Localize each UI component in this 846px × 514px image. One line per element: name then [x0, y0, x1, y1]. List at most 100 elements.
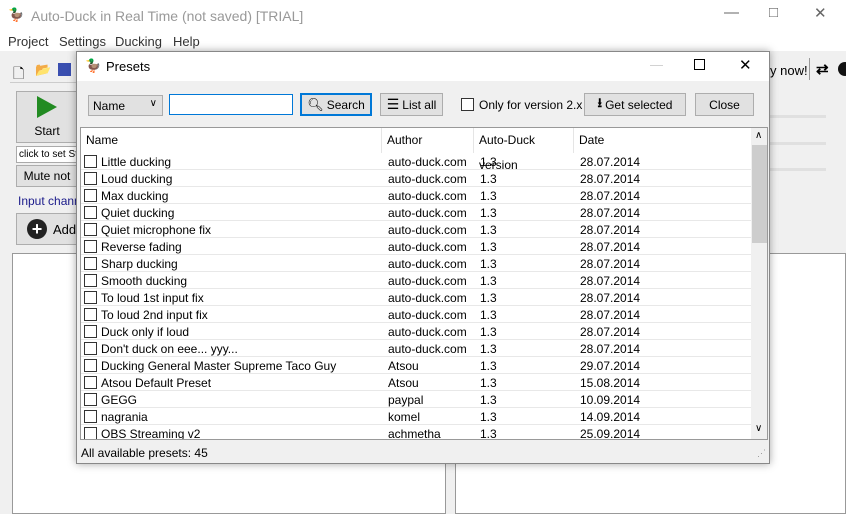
list-icon: ☰	[386, 96, 400, 112]
slider-track[interactable]	[770, 142, 826, 145]
scroll-down-icon[interactable]: ∨	[755, 423, 762, 434]
presets-list: Name Author Auto-Duck version Date Littl…	[80, 127, 768, 440]
preset-author: auto-duck.com	[388, 172, 467, 186]
get-selected-button[interactable]: ⭳ Get selected	[584, 93, 686, 116]
slider-track[interactable]	[770, 168, 826, 171]
row-checkbox[interactable]	[84, 376, 97, 389]
start-time-field[interactable]: click to set St	[16, 146, 78, 163]
row-checkbox[interactable]	[84, 189, 97, 202]
table-row[interactable]: Reverse fading auto-duck.com 1.3 28.07.2…	[81, 238, 751, 255]
menu-help[interactable]: Help	[173, 34, 200, 49]
magnifier-icon: 🔍︎	[307, 96, 324, 112]
row-checkbox[interactable]	[84, 274, 97, 287]
menu-settings[interactable]: Settings	[59, 34, 106, 49]
toolbar-divider	[10, 82, 76, 83]
resize-grip-icon[interactable]: ⋰	[757, 448, 766, 459]
row-checkbox[interactable]	[84, 410, 97, 423]
table-row[interactable]: Smooth ducking auto-duck.com 1.3 28.07.2…	[81, 272, 751, 289]
table-row[interactable]: To loud 1st input fix auto-duck.com 1.3 …	[81, 289, 751, 306]
row-checkbox[interactable]	[84, 325, 97, 338]
preset-name: Smooth ducking	[101, 274, 188, 288]
preset-name: Quiet microphone fix	[101, 223, 212, 237]
row-checkbox[interactable]	[84, 308, 97, 321]
preset-date: 28.07.2014	[580, 342, 641, 356]
column-header-name[interactable]: Name	[81, 128, 382, 153]
row-checkbox[interactable]	[84, 359, 97, 372]
row-checkbox[interactable]	[84, 206, 97, 219]
new-file-icon[interactable]: 🗋	[13, 63, 24, 87]
scroll-up-icon[interactable]: ∧	[755, 130, 762, 141]
preset-version: 1.3	[480, 410, 497, 424]
dialog-close-icon[interactable]: ✕	[739, 56, 752, 74]
preset-date: 28.07.2014	[580, 325, 641, 339]
row-checkbox[interactable]	[84, 257, 97, 270]
preset-name: Don't duck on eee... yyy...	[101, 342, 238, 356]
preset-version: 1.3	[480, 155, 497, 169]
preset-author: auto-duck.com	[388, 325, 467, 339]
table-row[interactable]: Ducking General Master Supreme Taco Guy …	[81, 357, 751, 374]
column-header-author[interactable]: Author	[382, 128, 474, 153]
table-row[interactable]: Quiet ducking auto-duck.com 1.3 28.07.20…	[81, 204, 751, 221]
menu-project[interactable]: Project	[8, 34, 48, 49]
row-checkbox[interactable]	[84, 427, 97, 439]
preset-author: auto-duck.com	[388, 240, 467, 254]
close-button[interactable]: Close	[695, 93, 754, 116]
preset-name: Quiet ducking	[101, 206, 175, 220]
table-row[interactable]: Duck only if loud auto-duck.com 1.3 28.0…	[81, 323, 751, 340]
dialog-maximize-button[interactable]	[694, 59, 705, 70]
close-window-button[interactable]: ✕	[814, 4, 827, 22]
preset-name: Ducking General Master Supreme Taco Guy	[101, 359, 337, 373]
buy-now-link[interactable]: y now!	[770, 63, 808, 78]
column-header-date[interactable]: Date	[574, 128, 751, 153]
minimize-button[interactable]: —	[724, 4, 739, 21]
slider-track[interactable]	[770, 115, 826, 118]
maximize-button[interactable]: □	[769, 4, 778, 21]
table-row[interactable]: Atsou Default Preset Atsou 1.3 15.08.201…	[81, 374, 751, 391]
mute-button[interactable]: Mute not	[16, 165, 78, 187]
only-v2-label: Only for version 2.x	[479, 98, 583, 112]
table-row[interactable]: Sharp ducking auto-duck.com 1.3 28.07.20…	[81, 255, 751, 272]
row-checkbox[interactable]	[84, 223, 97, 236]
table-row[interactable]: nagrania komel 1.3 14.09.2014	[81, 408, 751, 425]
info-icon[interactable]	[838, 62, 846, 76]
row-checkbox[interactable]	[84, 155, 97, 168]
column-header-version[interactable]: Auto-Duck version	[474, 128, 574, 172]
list-all-label: List all	[402, 97, 437, 112]
table-row[interactable]: GEGG paypal 1.3 10.09.2014	[81, 391, 751, 408]
preset-version: 1.3	[480, 359, 497, 373]
search-field-select[interactable]: Name ∨	[88, 95, 163, 116]
preset-date: 14.09.2014	[580, 410, 641, 424]
start-button[interactable]: Start	[16, 91, 78, 143]
table-row[interactable]: Max ducking auto-duck.com 1.3 28.07.2014	[81, 187, 751, 204]
dialog-minimize-button[interactable]: —	[650, 57, 663, 72]
open-folder-icon[interactable]: 📂	[35, 62, 51, 78]
table-row[interactable]: Quiet microphone fix auto-duck.com 1.3 2…	[81, 221, 751, 238]
preset-author: auto-duck.com	[388, 274, 467, 288]
preset-author: auto-duck.com	[388, 257, 467, 271]
preset-version: 1.3	[480, 206, 497, 220]
table-row[interactable]: Loud ducking auto-duck.com 1.3 28.07.201…	[81, 170, 751, 187]
table-row[interactable]: Don't duck on eee... yyy... auto-duck.co…	[81, 340, 751, 357]
row-checkbox[interactable]	[84, 342, 97, 355]
table-row[interactable]: Little ducking auto-duck.com 1.3 28.07.2…	[81, 153, 751, 170]
save-icon[interactable]	[58, 63, 71, 76]
row-checkbox[interactable]	[84, 172, 97, 185]
main-title-bar: 🦆 Auto-Duck in Real Time (not saved) [TR…	[0, 0, 846, 32]
refresh-icon[interactable]: ⇄	[816, 60, 829, 78]
search-button[interactable]: 🔍︎ Search	[300, 93, 372, 116]
add-channel-button[interactable]: + Add	[16, 213, 78, 245]
row-checkbox[interactable]	[84, 291, 97, 304]
preset-date: 28.07.2014	[580, 257, 641, 271]
scrollbar[interactable]: ∧ ∨	[751, 128, 767, 439]
row-checkbox[interactable]	[84, 240, 97, 253]
search-input[interactable]	[169, 94, 293, 115]
scroll-thumb[interactable]	[752, 145, 767, 243]
download-icon: ⭳	[597, 94, 603, 110]
list-all-button[interactable]: ☰ List all	[380, 93, 443, 116]
table-row[interactable]: To loud 2nd input fix auto-duck.com 1.3 …	[81, 306, 751, 323]
row-checkbox[interactable]	[84, 393, 97, 406]
status-text: All available presets: 45	[81, 446, 208, 460]
table-row[interactable]: OBS Streaming v2 achmetha 1.3 25.09.2014	[81, 425, 751, 439]
only-v2-checkbox[interactable]	[461, 98, 474, 111]
menu-ducking[interactable]: Ducking	[115, 34, 162, 49]
